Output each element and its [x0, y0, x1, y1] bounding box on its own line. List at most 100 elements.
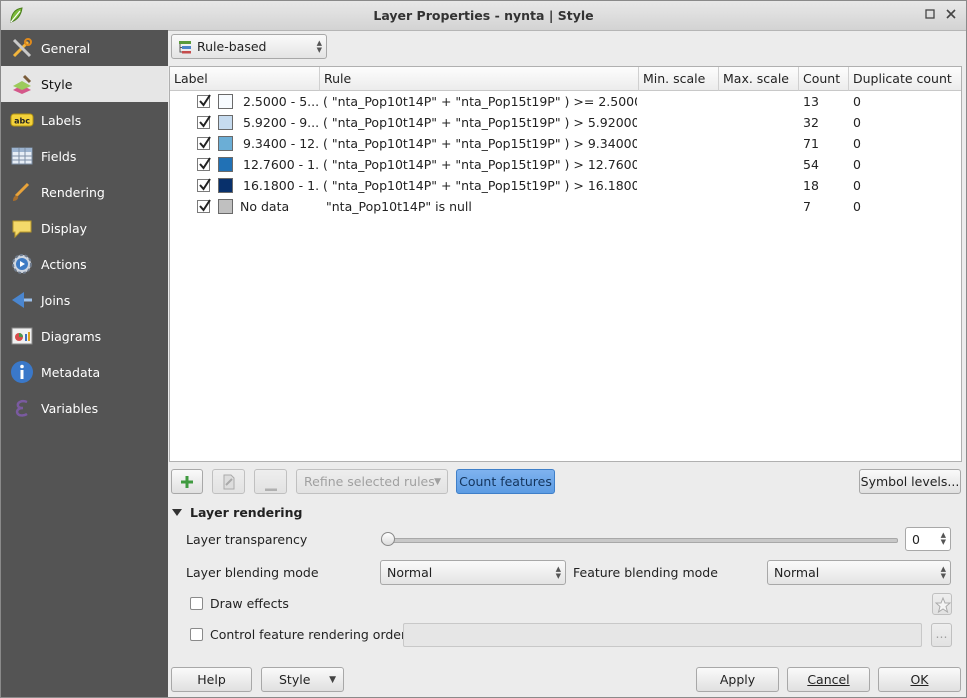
star-effects-icon — [934, 596, 952, 616]
maximize-button[interactable] — [922, 7, 938, 23]
rule-expression: ( "nta_Pop10t14P" + "nta_Pop15t19P" ) > … — [323, 115, 637, 130]
remove-rule-icon — [264, 480, 278, 495]
slider-handle[interactable] — [381, 532, 395, 546]
column-header-max-scale[interactable]: Max. scale — [719, 67, 799, 91]
layer-blending-value: Normal — [387, 565, 433, 580]
rule-duplicate-count: 0 — [853, 178, 861, 193]
sidebar-item-display[interactable]: Display — [1, 210, 168, 246]
table-row[interactable]: 5.9200 - 9.... ( "nta_Pop10t14P" + "nta_… — [170, 112, 961, 133]
draw-effects-checkbox[interactable] — [190, 597, 203, 610]
symbol-swatch[interactable] — [218, 94, 233, 109]
rule-checkbox[interactable] — [197, 115, 211, 129]
rule-min-scale — [643, 91, 717, 112]
layer-transparency-slider[interactable] — [381, 532, 898, 546]
layer-blending-label: Layer blending mode — [186, 565, 319, 580]
rendering-order-field[interactable] — [403, 623, 922, 647]
layer-rendering-toggle[interactable]: Layer rendering — [172, 503, 302, 521]
collapse-arrow-icon — [172, 505, 182, 520]
rendering-order-browse-button[interactable]: ... — [931, 623, 952, 647]
table-row[interactable]: No data "nta_Pop10t14P" is null 7 0 — [170, 196, 961, 217]
layer-transparency-spinbox[interactable]: 0 ▲ ▼ — [905, 527, 951, 551]
svg-text:abc: abc — [14, 117, 30, 126]
sidebar-item-rendering[interactable]: Rendering — [1, 174, 168, 210]
rule-count: 7 — [803, 199, 811, 214]
table-row[interactable]: 16.1800 - 1... ( "nta_Pop10t14P" + "nta_… — [170, 175, 961, 196]
table-fields-icon — [9, 144, 35, 168]
rule-expression: ( "nta_Pop10t14P" + "nta_Pop15t19P" ) > … — [323, 136, 637, 151]
column-header-min-scale[interactable]: Min. scale — [639, 67, 719, 91]
feature-blending-select[interactable]: Normal ▲ ▼ — [767, 560, 951, 585]
rule-max-scale — [723, 196, 797, 217]
cancel-button[interactable]: Cancel — [787, 667, 870, 692]
rule-duplicate-count: 0 — [853, 199, 861, 214]
add-rule-icon — [180, 475, 194, 492]
refine-rules-button[interactable]: Refine selected rules ▼ — [296, 469, 448, 494]
sidebar-item-actions[interactable]: Actions — [1, 246, 168, 282]
rule-checkbox[interactable] — [197, 199, 211, 213]
sidebar-item-label: Style — [41, 76, 73, 92]
help-button[interactable]: Help — [171, 667, 252, 692]
rule-checkbox[interactable] — [197, 157, 211, 171]
rule-min-scale — [643, 154, 717, 175]
title-bar: Layer Properties - nynta | Style — [1, 1, 966, 31]
combo-arrows-icon: ▲ ▼ — [555, 564, 561, 580]
remove-rule-button[interactable] — [254, 469, 287, 494]
rule-label: 16.1800 - 1... — [243, 178, 319, 193]
sidebar-item-label: Variables — [41, 400, 99, 416]
rule-based-icon — [178, 40, 192, 54]
column-header-label[interactable]: Label — [170, 67, 320, 91]
symbol-swatch[interactable] — [218, 136, 233, 151]
rule-count: 13 — [803, 94, 819, 109]
control-rendering-order-checkbox[interactable] — [190, 628, 203, 641]
table-row[interactable]: 12.7600 - 1... ( "nta_Pop10t14P" + "nta_… — [170, 154, 961, 175]
symbol-levels-button[interactable]: Symbol levels... — [859, 469, 961, 494]
sidebar-item-labels[interactable]: abc Labels — [1, 102, 168, 138]
layer-transparency-value: 0 — [912, 531, 920, 547]
dropdown-arrow-icon: ▼ — [434, 477, 441, 487]
column-header-duplicate-count[interactable]: Duplicate count — [849, 67, 961, 91]
effects-button[interactable] — [932, 593, 952, 615]
rules-table[interactable]: Label Rule Min. scale Max. scale Count D… — [169, 66, 962, 462]
table-row[interactable]: 2.5000 - 5.... ( "nta_Pop10t14P" + "nta_… — [170, 91, 961, 112]
rule-max-scale — [723, 154, 797, 175]
sidebar-item-label: Actions — [41, 256, 87, 272]
edit-rule-icon — [222, 474, 236, 493]
sidebar-item-variables[interactable]: Variables — [1, 390, 168, 426]
column-header-count[interactable]: Count — [799, 67, 849, 91]
sidebar-item-style[interactable]: Style — [1, 66, 168, 102]
rule-checkbox[interactable] — [197, 178, 211, 192]
layer-rendering-title: Layer rendering — [190, 504, 303, 520]
count-features-button[interactable]: Count features — [456, 469, 555, 494]
sidebar-item-label: Metadata — [41, 364, 101, 380]
symbol-swatch[interactable] — [218, 115, 233, 130]
sidebar-item-label: Display — [41, 220, 88, 236]
sidebar-item-label: Rendering — [41, 184, 105, 200]
apply-button[interactable]: Apply — [696, 667, 779, 692]
column-header-rule[interactable]: Rule — [320, 67, 639, 91]
sidebar-item-metadata[interactable]: Metadata — [1, 354, 168, 390]
close-button[interactable] — [943, 7, 959, 23]
abc-label-icon: abc — [9, 108, 35, 132]
edit-rule-button[interactable] — [212, 469, 245, 494]
style-menu-button[interactable]: Style ▼ — [261, 667, 344, 692]
ok-button[interactable]: OK — [878, 667, 961, 692]
layer-transparency-label: Layer transparency — [186, 532, 308, 547]
sidebar-item-fields[interactable]: Fields — [1, 138, 168, 174]
table-row[interactable]: 9.3400 - 12... ( "nta_Pop10t14P" + "nta_… — [170, 133, 961, 154]
rule-checkbox[interactable] — [197, 136, 211, 150]
sidebar-item-diagrams[interactable]: Diagrams — [1, 318, 168, 354]
symbol-swatch[interactable] — [218, 199, 233, 214]
renderer-type-select[interactable]: Rule-based ▲ ▼ — [171, 34, 327, 59]
add-rule-button[interactable] — [171, 469, 203, 494]
layer-blending-select[interactable]: Normal ▲ ▼ — [380, 560, 566, 585]
rule-min-scale — [643, 133, 717, 154]
rule-label: No data — [240, 199, 290, 214]
sidebar-item-general[interactable]: General — [1, 30, 168, 66]
sidebar-item-joins[interactable]: Joins — [1, 282, 168, 318]
rule-count: 32 — [803, 115, 819, 130]
rule-checkbox[interactable] — [197, 94, 211, 108]
rule-expression: ( "nta_Pop10t14P" + "nta_Pop15t19P" ) > … — [323, 157, 637, 172]
symbol-swatch[interactable] — [218, 157, 233, 172]
dropdown-arrow-icon: ▼ — [329, 675, 336, 685]
symbol-swatch[interactable] — [218, 178, 233, 193]
